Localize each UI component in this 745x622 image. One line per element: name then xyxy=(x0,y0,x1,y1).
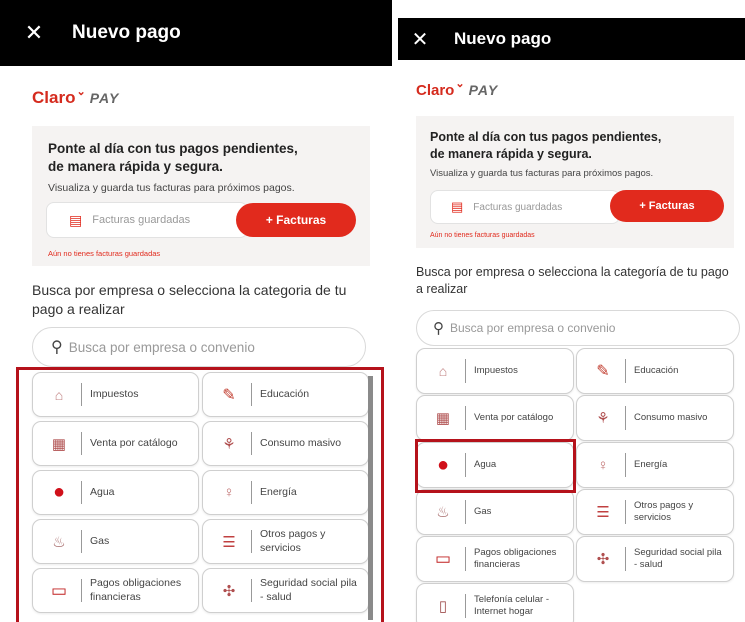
logo-pay: PAY xyxy=(89,90,120,106)
logo-mark: ⌄ xyxy=(76,86,86,98)
divider xyxy=(465,406,466,430)
catalog-icon: ▦ xyxy=(435,410,451,427)
category-label: Otros pagos y servicios xyxy=(634,500,694,523)
category-card[interactable]: ♨ Gas xyxy=(416,489,574,535)
category-label: Gas xyxy=(474,506,492,518)
category-label: Consumo masivo xyxy=(634,412,708,424)
header-bar: ✕ Nuevo pago xyxy=(0,0,392,66)
banner-subtitle: Visualiza y guarda tus facturas para pró… xyxy=(48,182,295,194)
search-icon: ⚲ xyxy=(51,339,63,356)
add-invoices-button[interactable]: + Facturas xyxy=(236,203,356,237)
category-label: Educación xyxy=(634,365,679,377)
landmark-icon: ⌂ xyxy=(438,363,448,379)
saved-invoices-field[interactable]: ▤ Facturas guardadas xyxy=(46,202,248,238)
logo-claro: Claro xyxy=(32,88,76,107)
divider xyxy=(625,359,626,383)
claro-pay-logo: Claro ⌄ PAY xyxy=(32,86,120,108)
category-card[interactable]: ▭ Pagos obligaciones financieras xyxy=(416,536,574,582)
invoices-banner: Ponte al día con tus pagos pendientes, d… xyxy=(32,126,370,266)
category-card[interactable]: ▦ Venta por catálogo xyxy=(416,395,574,441)
search-prompt: Busca por empresa o selecciona la catego… xyxy=(32,282,347,317)
search-prompt: Busca por empresa o selecciona la catego… xyxy=(416,265,729,296)
category-card[interactable]: ⚘ Consumo masivo xyxy=(576,395,734,441)
page-title: Nuevo pago xyxy=(454,29,552,48)
highlight-box xyxy=(415,439,576,493)
category-card[interactable]: ♀ Energía xyxy=(576,442,734,488)
search-input[interactable]: ⚲ Busca por empresa o convenio xyxy=(32,327,366,367)
close-icon[interactable]: ✕ xyxy=(410,27,430,52)
invoice-icon: ▤ xyxy=(451,199,464,214)
search-icon: ⚲ xyxy=(433,320,444,337)
phone-icon: ▯ xyxy=(438,598,448,615)
no-invoices-warning: Aún no tienes facturas guardadas xyxy=(48,249,161,258)
banner-subtitle: Visualiza y guarda tus facturas para pró… xyxy=(430,168,654,179)
logo-claro: Claro xyxy=(416,82,455,99)
health-icon: ✣ xyxy=(596,551,610,568)
banner-title: Ponte al día con tus pagos pendientes, d… xyxy=(430,130,662,161)
category-label: Energía xyxy=(634,459,668,471)
divider xyxy=(465,359,466,383)
banner-title: Ponte al día con tus pagos pendientes, d… xyxy=(48,141,298,175)
divider xyxy=(465,500,466,524)
divider xyxy=(625,406,626,430)
category-card[interactable]: ▯ Telefonía celular - Internet hogar xyxy=(416,583,574,622)
category-card[interactable]: ☰ Otros pagos y servicios xyxy=(576,489,734,535)
right-screen: ✕ Nuevo pago Claro ⌄ PAY Ponte al día con … xyxy=(398,18,745,622)
category-card[interactable]: ✣ Seguridad social pila - salud xyxy=(576,536,734,582)
divider xyxy=(465,547,466,571)
divider xyxy=(625,453,626,477)
divider xyxy=(625,500,626,524)
category-card[interactable]: ✎ Educación xyxy=(576,348,734,394)
invoices-banner: Ponte al día con tus pagos pendientes, d… xyxy=(416,116,734,248)
category-card[interactable]: ⌂ Impuestos xyxy=(416,348,574,394)
category-label: Venta por catálogo xyxy=(474,412,554,424)
add-invoices-button[interactable]: + Facturas xyxy=(610,190,724,222)
list-icon: ☰ xyxy=(596,504,610,521)
basket-icon: ⚘ xyxy=(596,410,610,427)
saved-invoices-field[interactable]: ▤ Facturas guardadas xyxy=(430,190,620,224)
page-title: Nuevo pago xyxy=(72,22,181,43)
pencil-icon: ✎ xyxy=(596,363,610,380)
logo-pay: PAY xyxy=(468,82,499,98)
category-label: Pagos obligaciones financieras xyxy=(474,547,557,570)
logo-mark: ⌄ xyxy=(455,78,465,90)
divider xyxy=(465,594,466,618)
left-screen: ✕ Nuevo pago Claro ⌄ PAY Ponte al día con … xyxy=(0,0,392,622)
card-icon: ▭ xyxy=(434,549,452,568)
claro-pay-logo: Claro ⌄ PAY xyxy=(416,78,499,99)
highlight-box xyxy=(16,367,384,622)
invoice-icon: ▤ xyxy=(69,211,83,228)
category-label: Impuestos xyxy=(474,365,518,377)
close-icon[interactable]: ✕ xyxy=(24,20,44,46)
lightbulb-icon: ♀ xyxy=(597,456,609,474)
header-bar: ✕ Nuevo pago xyxy=(398,18,745,60)
divider xyxy=(625,547,626,571)
category-label: Telefonía celular - Internet hogar xyxy=(474,594,549,617)
search-input[interactable]: ⚲ Busca por empresa o convenio xyxy=(416,310,740,346)
flame-icon: ♨ xyxy=(436,504,450,521)
category-label: Seguridad social pila - salud xyxy=(634,547,722,570)
no-invoices-warning: Aún no tienes facturas guardadas xyxy=(430,232,535,239)
